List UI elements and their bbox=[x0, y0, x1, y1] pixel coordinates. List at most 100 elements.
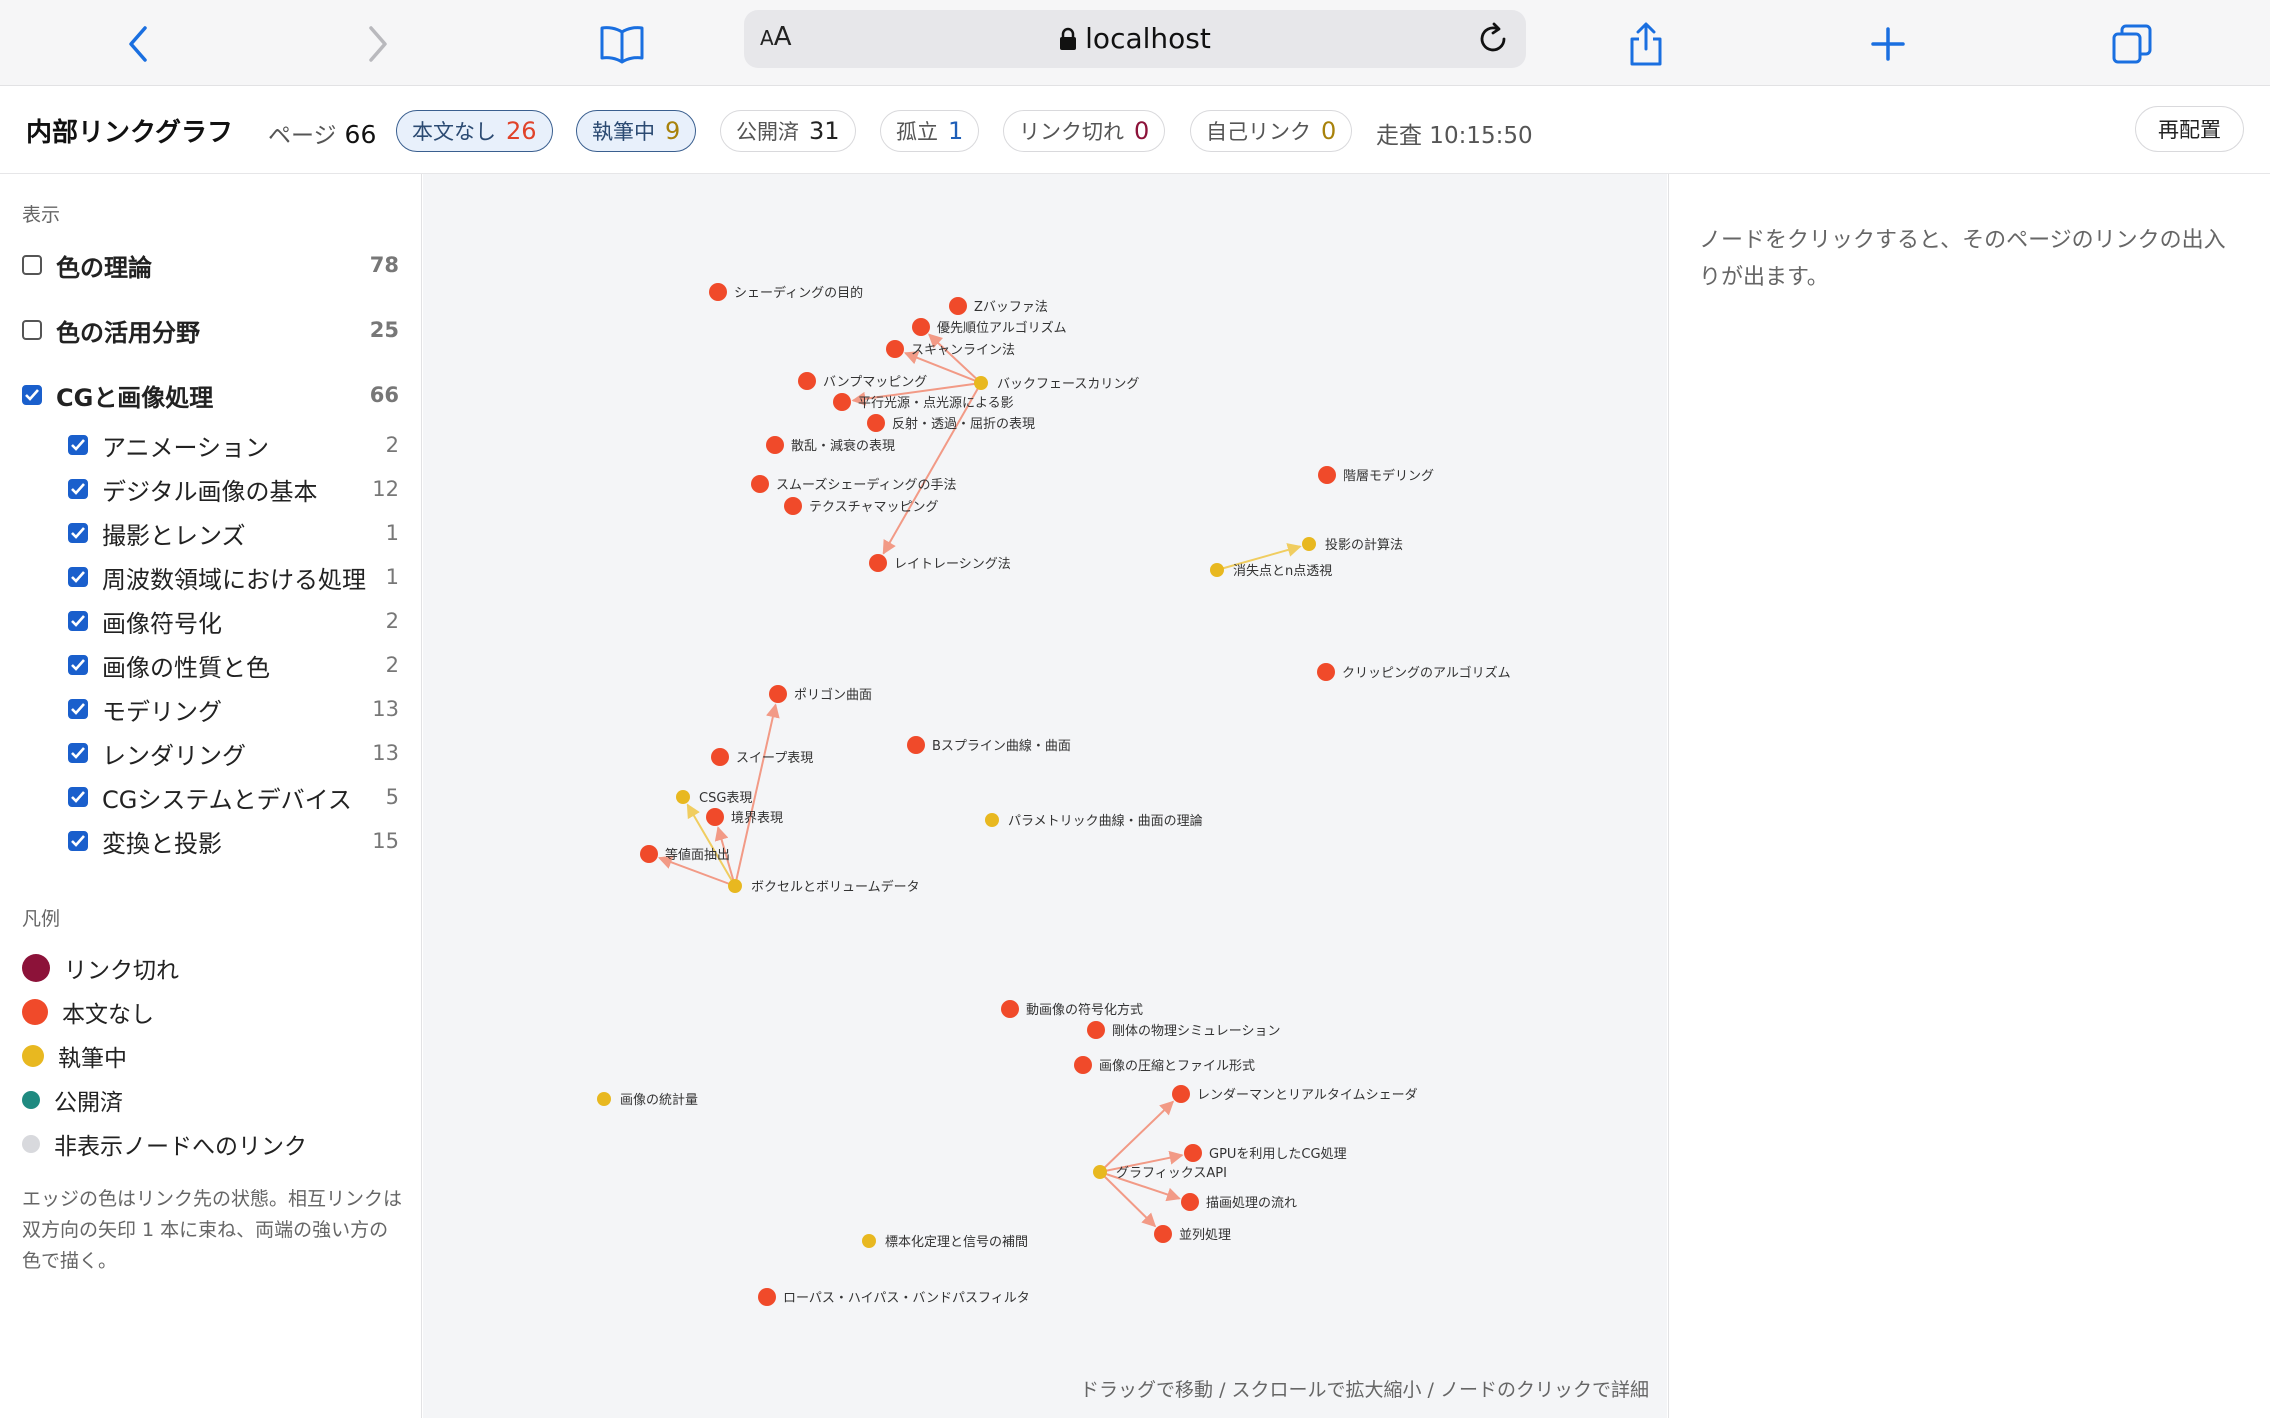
chevron-right-icon[interactable] bbox=[348, 14, 408, 74]
graph-node[interactable]: バンプマッピング bbox=[798, 372, 927, 390]
node-dot[interactable] bbox=[597, 1092, 611, 1106]
graph-node[interactable]: スキャンライン法 bbox=[886, 340, 1015, 358]
graph-node[interactable]: レイトレーシング法 bbox=[869, 554, 1011, 572]
graph-node[interactable]: クリッピングのアルゴリズム bbox=[1317, 663, 1511, 681]
node-dot[interactable] bbox=[1318, 466, 1336, 484]
graph-node[interactable]: 描画処理の流れ bbox=[1181, 1193, 1297, 1211]
checkbox-checked[interactable] bbox=[68, 479, 88, 499]
graph-node[interactable]: Zバッファ法 bbox=[949, 297, 1048, 315]
graph-node[interactable]: Bスプライン曲線・曲面 bbox=[907, 736, 1071, 754]
graph-node[interactable]: 標本化定理と信号の補間 bbox=[862, 1234, 1028, 1250]
relayout-button[interactable]: 再配置 bbox=[2135, 106, 2244, 152]
checkbox-checked[interactable] bbox=[68, 435, 88, 455]
address-bar[interactable]: AAAA localhost bbox=[744, 10, 1526, 68]
group-color-theory[interactable]: 色の理論 78 bbox=[22, 248, 399, 282]
node-dot[interactable] bbox=[1210, 563, 1224, 577]
node-dot[interactable] bbox=[1093, 1165, 1107, 1179]
category-item[interactable]: 画像の性質と色 2 bbox=[68, 648, 399, 682]
checkbox-checked[interactable] bbox=[68, 567, 88, 587]
node-dot[interactable] bbox=[1087, 1021, 1105, 1039]
node-dot[interactable] bbox=[1172, 1085, 1190, 1103]
node-dot[interactable] bbox=[862, 1234, 876, 1248]
group-cg-image-processing[interactable]: CGと画像処理 66 bbox=[22, 378, 399, 412]
graph-node[interactable]: 等値面抽出 bbox=[640, 845, 730, 863]
graph-node[interactable]: ローパス・ハイパス・バンドパスフィルタ bbox=[758, 1288, 1030, 1306]
graph-node[interactable]: シェーディングの目的 bbox=[709, 283, 863, 301]
graph-node[interactable]: CSG表現 bbox=[676, 790, 752, 806]
graph-node[interactable]: 優先順位アルゴリズム bbox=[912, 318, 1067, 336]
node-dot[interactable] bbox=[886, 340, 904, 358]
graph-node[interactable]: 画像の圧縮とファイル形式 bbox=[1074, 1056, 1255, 1074]
graph-node[interactable]: 散乱・減衰の表現 bbox=[766, 436, 895, 454]
node-dot[interactable] bbox=[912, 318, 930, 336]
node-dot[interactable] bbox=[974, 376, 988, 390]
node-dot[interactable] bbox=[766, 436, 784, 454]
graph-node[interactable]: 反射・透過・屈折の表現 bbox=[867, 414, 1035, 432]
graph-node[interactable]: バックフェースカリング bbox=[974, 376, 1139, 392]
category-item[interactable]: CGシステムとデバイス 5 bbox=[68, 780, 399, 814]
graph-node[interactable]: テクスチャマッピング bbox=[784, 497, 938, 515]
node-dot[interactable] bbox=[869, 554, 887, 572]
node-dot[interactable] bbox=[728, 879, 742, 893]
node-dot[interactable] bbox=[784, 497, 802, 515]
category-item[interactable]: モデリング 13 bbox=[68, 692, 399, 726]
group-color-applications[interactable]: 色の活用分野 25 bbox=[22, 313, 399, 347]
chevron-left-icon[interactable] bbox=[108, 14, 168, 74]
book-icon[interactable] bbox=[592, 14, 652, 74]
checkbox-checked[interactable] bbox=[68, 655, 88, 675]
reload-icon[interactable] bbox=[1470, 16, 1516, 62]
category-item[interactable]: アニメーション 2 bbox=[68, 428, 399, 462]
graph-node[interactable]: 画像の統計量 bbox=[597, 1092, 698, 1108]
checkbox-checked[interactable] bbox=[68, 831, 88, 851]
category-item[interactable]: 周波数領域における処理 1 bbox=[68, 560, 399, 594]
tabs-icon[interactable] bbox=[2102, 14, 2162, 74]
node-dot[interactable] bbox=[985, 813, 999, 827]
category-item[interactable]: デジタル画像の基本 12 bbox=[68, 472, 399, 506]
category-item[interactable]: レンダリング 13 bbox=[68, 736, 399, 770]
checkbox-checked[interactable] bbox=[68, 523, 88, 543]
graph-node[interactable]: GPUを利用したCG処理 bbox=[1184, 1144, 1347, 1162]
link-graph[interactable]: シェーディングの目的 Zバッファ法優先順位アルゴリズムスキャンライン法バンプマッピ… bbox=[423, 174, 1667, 1418]
graph-node[interactable]: レンダーマンとリアルタイムシェーダ bbox=[1172, 1085, 1418, 1103]
node-dot[interactable] bbox=[833, 393, 851, 411]
graph-node[interactable]: 投影の計算法 bbox=[1302, 537, 1403, 553]
checkbox-checked[interactable] bbox=[68, 787, 88, 807]
graph-node[interactable]: 階層モデリング bbox=[1318, 466, 1434, 484]
filter-pill-broken-link[interactable]: リンク切れ 0 bbox=[1003, 110, 1166, 152]
category-item[interactable]: 撮影とレンズ 1 bbox=[68, 516, 399, 550]
filter-pill-drafting[interactable]: 執筆中 9 bbox=[576, 110, 697, 152]
checkbox-checked[interactable] bbox=[68, 743, 88, 763]
graph-node[interactable]: ボクセルとボリュームデータ bbox=[728, 879, 920, 895]
checkbox[interactable] bbox=[22, 255, 42, 275]
node-dot[interactable] bbox=[751, 475, 769, 493]
node-dot[interactable] bbox=[1001, 1000, 1019, 1018]
node-dot[interactable] bbox=[1184, 1144, 1202, 1162]
filter-pill-no-body[interactable]: 本文なし 26 bbox=[396, 110, 553, 152]
graph-node[interactable]: スイープ表現 bbox=[711, 748, 813, 766]
plus-icon[interactable] bbox=[1858, 14, 1918, 74]
graph-node[interactable]: 平行光源・点光源による影 bbox=[833, 393, 1014, 411]
node-dot[interactable] bbox=[1154, 1225, 1172, 1243]
graph-node[interactable]: 消失点とn点透視 bbox=[1210, 563, 1332, 579]
checkbox[interactable] bbox=[22, 320, 42, 340]
node-dot[interactable] bbox=[907, 736, 925, 754]
graph-node[interactable]: 動画像の符号化方式 bbox=[1001, 1000, 1143, 1018]
graph-canvas[interactable]: シェーディングの目的 Zバッファ法優先順位アルゴリズムスキャンライン法バンプマッピ… bbox=[423, 174, 1667, 1418]
node-dot[interactable] bbox=[1074, 1056, 1092, 1074]
node-dot[interactable] bbox=[640, 845, 658, 863]
node-dot[interactable] bbox=[758, 1288, 776, 1306]
category-item[interactable]: 変換と投影 15 bbox=[68, 824, 399, 858]
checkbox-checked[interactable] bbox=[68, 699, 88, 719]
node-dot[interactable] bbox=[711, 748, 729, 766]
category-item[interactable]: 画像符号化 2 bbox=[68, 604, 399, 638]
checkbox-checked[interactable] bbox=[68, 611, 88, 631]
node-dot[interactable] bbox=[867, 414, 885, 432]
filter-pill-isolated[interactable]: 孤立 1 bbox=[880, 110, 980, 152]
node-dot[interactable] bbox=[1181, 1193, 1199, 1211]
graph-node[interactable]: ポリゴン曲面 bbox=[769, 685, 872, 703]
node-dot[interactable] bbox=[949, 297, 967, 315]
node-dot[interactable] bbox=[1302, 537, 1316, 551]
node-dot[interactable] bbox=[1317, 663, 1335, 681]
filter-pill-self-link[interactable]: 自己リンク 0 bbox=[1190, 110, 1353, 152]
graph-node[interactable]: グラフィックスAPI bbox=[1093, 1165, 1227, 1181]
